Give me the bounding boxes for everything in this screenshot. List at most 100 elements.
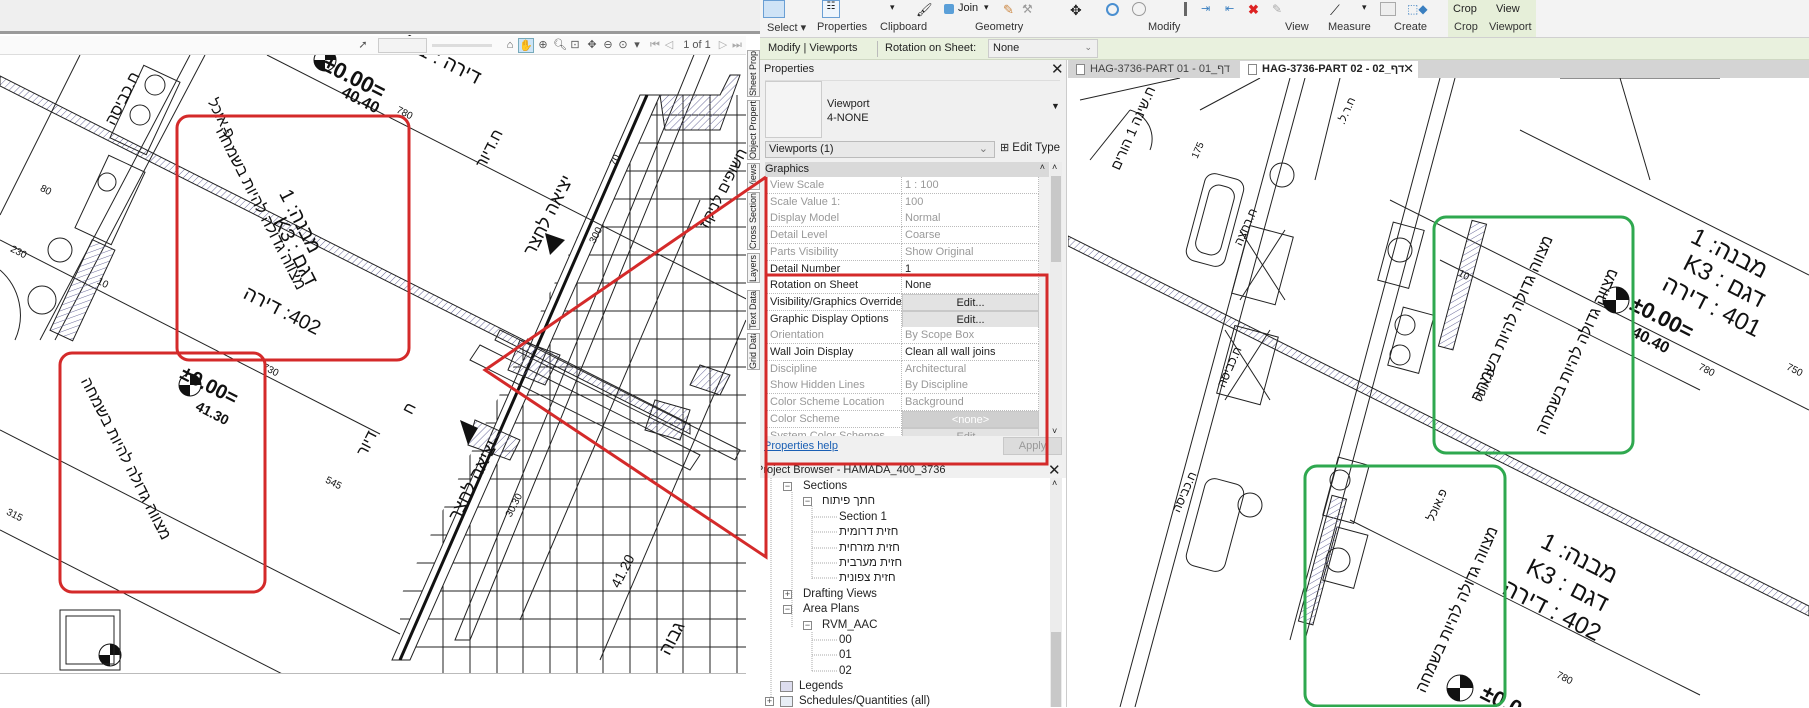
property-row[interactable]: Rotation on Sheet None [765, 277, 1049, 295]
dropdown-arrow-icon[interactable]: ▾ [633, 38, 641, 53]
properties-icon[interactable]: ☷ [822, 0, 840, 18]
scrollbar-thumb[interactable] [1051, 632, 1061, 707]
properties-scrollbar[interactable]: ˄ ˅ [1050, 162, 1062, 436]
collapse-icon[interactable]: − [783, 482, 792, 491]
property-row[interactable]: Color Scheme <none> [765, 410, 1049, 428]
tab-part-01[interactable]: HAG-3736-PART 01 - 01_דף [1068, 61, 1240, 78]
scroll-down-icon[interactable]: ˅ [1052, 426, 1057, 436]
cut-geometry-icon[interactable]: ✎ [1003, 2, 1014, 17]
split-icon[interactable]: ⇤ [1225, 2, 1234, 17]
property-row[interactable]: Visibility/Graphics Overrides Edit... [765, 293, 1049, 311]
zoom-slider[interactable] [432, 44, 492, 47]
tree-item-sections[interactable]: Sections [803, 479, 847, 493]
orbit-icon[interactable]: ✥ [586, 38, 598, 53]
offset-icon[interactable] [1132, 2, 1146, 16]
tree-item-west-elevation[interactable]: חזית מערבית [839, 556, 902, 570]
scale-dropdown[interactable] [378, 38, 427, 53]
properties-help-link[interactable]: Properties help [764, 440, 838, 452]
property-row[interactable]: Scale Value 1: 100 [765, 193, 1049, 211]
collapse-icon[interactable]: ˄ [1040, 162, 1045, 172]
select-cursor-icon[interactable]: ➚ [358, 38, 368, 53]
join-icon[interactable] [944, 4, 954, 14]
tab-part-02[interactable]: HAG-3736-PART 02 - 02_דף ✕ [1240, 61, 1418, 78]
right-drawing-canvas[interactable] [1068, 78, 1809, 707]
activate-view-button[interactable]: View [1496, 3, 1520, 18]
property-row[interactable]: Show Hidden Lines By Discipline [765, 377, 1049, 395]
tree-item-east-elevation[interactable]: חזית מזרחית [839, 541, 900, 555]
measure-icon[interactable]: ⟋ [1330, 2, 1340, 18]
tree-item-legends[interactable]: Legends [799, 679, 843, 693]
tree-item-section-1[interactable]: Section 1 [839, 510, 887, 524]
property-value[interactable]: 1 [902, 260, 1039, 278]
collapse-icon[interactable]: − [803, 621, 812, 630]
tree-item-02[interactable]: 02 [839, 664, 852, 678]
tree-item-site-section[interactable]: חתך פיתוח [822, 494, 875, 508]
panel-select-label[interactable]: Select ▾ [767, 21, 806, 34]
property-row[interactable]: Discipline Architectural [765, 360, 1049, 378]
next-page-icon[interactable]: ▷ [718, 38, 728, 53]
collapse-icon[interactable]: − [803, 497, 812, 506]
browser-scrollbar[interactable]: ˄ [1050, 478, 1062, 707]
tab-text-data[interactable]: Text Data [747, 290, 760, 330]
first-page-icon[interactable]: ⏮ [650, 38, 660, 53]
property-edit-button[interactable]: Edit... [902, 310, 1039, 328]
scrollbar-thumb[interactable] [1051, 176, 1061, 262]
align-icon[interactable] [1184, 2, 1187, 16]
property-row[interactable]: System Color SchemesEdit... [765, 427, 1049, 436]
property-row[interactable]: Parts Visibility Show Original [765, 243, 1049, 261]
zoom-window-icon[interactable]: 🔍︎ [553, 38, 567, 53]
group-header-graphics[interactable]: Graphics ˄ [765, 162, 1049, 177]
property-edit-button[interactable]: Edit... [902, 293, 1039, 311]
rotation-on-sheet-select[interactable]: None ⌄ [988, 39, 1098, 58]
tree-item-drafting-views[interactable]: Drafting Views [803, 587, 877, 601]
property-row[interactable]: Wall Join Display Clean all wall joins [765, 344, 1049, 361]
type-selector[interactable]: Viewport 4-NONE ▼ [765, 80, 1060, 138]
trim-icon[interactable]: ⇥ [1201, 2, 1210, 17]
pan-hand-icon[interactable]: ✋ [518, 38, 534, 53]
scroll-up-icon[interactable]: ˄ [1052, 162, 1057, 172]
collapse-icon[interactable]: − [783, 605, 792, 614]
property-value[interactable]: None [902, 277, 1039, 295]
select-modify-icon[interactable] [763, 0, 785, 18]
tree-item-00[interactable]: 00 [839, 633, 852, 647]
delete-icon[interactable]: ✖ [1248, 2, 1259, 17]
last-page-icon[interactable]: ⏭ [732, 38, 742, 53]
tree-item-north-elevation[interactable]: חזית צפונית [839, 571, 896, 585]
property-row[interactable]: Detail Number 1 [765, 260, 1049, 278]
tab-views[interactable]: Views [747, 163, 760, 190]
property-row[interactable]: View Scale 1 : 100 [765, 177, 1049, 194]
left-drawing-canvas[interactable] [0, 55, 746, 673]
match-properties-icon[interactable]: 🖌︎ [916, 2, 933, 17]
property-row[interactable]: Color Scheme Location Background [765, 394, 1049, 412]
zoom-in-icon[interactable]: ⊕ [537, 38, 549, 53]
expand-icon[interactable]: + [783, 590, 792, 599]
property-row[interactable]: Graphic Display Options Edit... [765, 310, 1049, 328]
tab-grid-data[interactable]: Grid Data [747, 333, 760, 370]
measure-dropdown-icon[interactable]: ▾ [1362, 2, 1367, 17]
left-sheet-view[interactable]: ±0.00= 40.40 דירה : 401 ח.כביסה פ.אוכל מ… [0, 0, 760, 707]
property-value[interactable]: Clean all wall joins [902, 344, 1039, 361]
expand-icon[interactable]: + [765, 697, 774, 706]
tree-item-rvm-aac[interactable]: RVM_AAC [822, 618, 877, 632]
apply-button[interactable]: Apply [1003, 437, 1062, 455]
crop-view-button[interactable]: Crop [1453, 3, 1477, 18]
edit-type-button[interactable]: ⊞ Edit Type [1000, 141, 1060, 158]
create-similar-icon[interactable]: ⬚◆ [1407, 2, 1428, 17]
paste-dropdown-icon[interactable]: ▾ [890, 2, 895, 17]
type-dropdown-icon[interactable]: ▼ [1051, 101, 1060, 111]
tree-item-area-plans[interactable]: Area Plans [803, 602, 859, 616]
demolish-icon[interactable]: ⚒ [1022, 2, 1033, 17]
tab-layers[interactable]: Layers [747, 253, 760, 283]
tab-sheet-properties[interactable]: Sheet Properties [747, 50, 760, 97]
instance-filter-dropdown[interactable]: Viewports (1) ⌄ [765, 141, 995, 158]
rotate-icon[interactable] [1106, 3, 1119, 16]
scroll-up-icon[interactable]: ˄ [1052, 478, 1057, 488]
property-row[interactable]: Detail Level Coarse [765, 227, 1049, 245]
tree-item-schedules[interactable]: Schedules/Quantities (all) [799, 694, 930, 708]
close-tab-icon[interactable]: ✕ [1403, 61, 1414, 77]
steering-wheel-icon[interactable]: ⊙ [617, 38, 629, 53]
join-button[interactable]: Join [958, 2, 978, 17]
home-icon[interactable]: ⌂ [504, 38, 516, 53]
close-icon[interactable]: ✕ [1051, 60, 1064, 78]
tab-object-properties[interactable]: Object Properties [747, 100, 760, 160]
